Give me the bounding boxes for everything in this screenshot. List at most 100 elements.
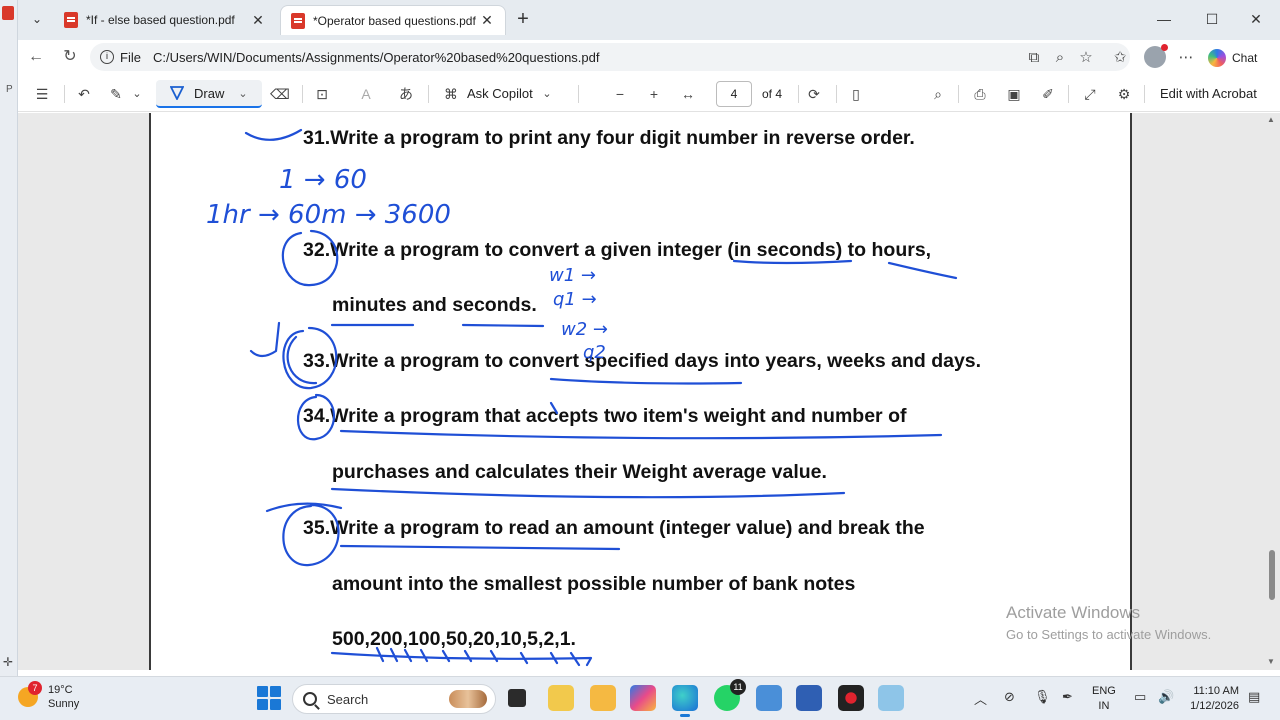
immersive-reader-icon[interactable]: ⧉ bbox=[1024, 48, 1044, 68]
contents-list-icon[interactable]: ☰ bbox=[30, 82, 54, 106]
url-text[interactable]: C:/Users/WIN/Documents/Assignments/Opera… bbox=[153, 50, 600, 65]
pdf-file-icon bbox=[2, 6, 14, 20]
chevron-down-icon[interactable]: ⌄ bbox=[128, 82, 146, 106]
eraser-icon[interactable]: ⌫ bbox=[268, 82, 292, 106]
pdf-icon bbox=[291, 12, 305, 29]
whatsapp-app-icon[interactable]: 11 bbox=[714, 679, 746, 711]
notifications-icon[interactable]: ▤ bbox=[1248, 689, 1260, 705]
store-app-icon[interactable] bbox=[796, 685, 822, 711]
print-icon[interactable]: ⎙ bbox=[968, 82, 992, 106]
network-off-icon[interactable]: ⊘ bbox=[1004, 689, 1015, 705]
toolbar-divider bbox=[836, 85, 837, 103]
page-number-input[interactable]: 4 bbox=[716, 81, 752, 107]
media-app-icon[interactable] bbox=[838, 685, 864, 711]
pdf-toolbar: ☰ ↶ ✎ ⌄ Draw ⌄ ⌫ ⊡ A あ ⌘ Ask Copilot ⌄ −… bbox=[18, 76, 1280, 112]
task-view-icon[interactable] bbox=[508, 689, 526, 707]
address-bar: ← ↻ i File C:/Users/WIN/Documents/Assign… bbox=[18, 40, 1280, 74]
chevron-down-icon[interactable]: ⌄ bbox=[238, 87, 247, 100]
search-icon[interactable]: ⌕ bbox=[926, 82, 950, 106]
move-icon: ✛ bbox=[3, 655, 14, 669]
zoom-icon[interactable]: ⌕ bbox=[1050, 48, 1070, 68]
scheme-label: File bbox=[120, 49, 141, 65]
favorites-list-icon[interactable]: ✩ bbox=[1110, 48, 1130, 68]
weather-widget[interactable]: 7 19°C Sunny bbox=[18, 681, 80, 711]
edge-app-icon[interactable] bbox=[672, 685, 698, 717]
ink-mark-33 bbox=[249, 321, 281, 358]
weather-desc: Sunny bbox=[48, 698, 80, 710]
ink-underline-notes bbox=[330, 651, 593, 667]
tab-operator-pdf[interactable]: *Operator based questions.pdf ✕ bbox=[280, 5, 506, 35]
copilot-icon[interactable]: ⌘ bbox=[440, 82, 462, 106]
language-indicator[interactable]: ENG IN bbox=[1092, 684, 1116, 714]
system-clock[interactable]: 11:10 AM 1/12/2026 bbox=[1183, 684, 1239, 714]
favorite-star-icon[interactable]: ☆ bbox=[1076, 48, 1096, 68]
new-tab-button[interactable]: + bbox=[511, 8, 535, 32]
translate-icon[interactable]: あ bbox=[394, 82, 418, 106]
search-icon bbox=[303, 692, 317, 706]
close-icon[interactable]: ✕ bbox=[250, 12, 266, 29]
copilot-chat-button[interactable]: Chat bbox=[1208, 46, 1257, 70]
zoom-out-icon[interactable]: − bbox=[608, 82, 632, 106]
refresh-icon[interactable]: ↻ bbox=[56, 44, 84, 70]
back-arrow-icon[interactable]: ← bbox=[22, 44, 50, 70]
windows-taskbar: 7 19°C Sunny Search 11 ︿ ⊘ 🎙 ✒ ENG IN ▭ … bbox=[0, 676, 1280, 720]
more-options-icon[interactable]: ⋯ bbox=[1176, 48, 1196, 68]
scrollbar-thumb[interactable] bbox=[1269, 550, 1275, 600]
ink-note-w1: w1 → bbox=[549, 265, 596, 286]
vertical-scrollbar[interactable]: ▲ ▼ bbox=[1266, 113, 1278, 670]
file-explorer-icon[interactable] bbox=[590, 685, 616, 711]
question-32: 32.Write a program to convert a given in… bbox=[303, 239, 932, 261]
question-35-notes: 500,200,100,50,20,10,5,2,1. bbox=[332, 628, 576, 650]
draw-button[interactable]: Draw ⌄ bbox=[156, 80, 262, 108]
edit-with-acrobat-button[interactable]: Edit with Acrobat bbox=[1160, 82, 1257, 106]
toolbar-divider bbox=[1068, 85, 1069, 103]
volume-icon[interactable]: 🔊 bbox=[1158, 689, 1174, 705]
fit-to-width-icon[interactable]: ↔ bbox=[676, 82, 700, 106]
pen-menu-icon[interactable]: ✒ bbox=[1062, 689, 1073, 705]
tab-actions-menu-icon[interactable]: ⌄ bbox=[24, 6, 50, 32]
url-field[interactable]: i File C:/Users/WIN/Documents/Assignment… bbox=[90, 43, 1130, 71]
rotate-icon[interactable]: ⟳ bbox=[802, 82, 826, 106]
text-box-icon[interactable]: ⊡ bbox=[310, 82, 334, 106]
page-total: of 4 bbox=[762, 87, 783, 101]
question-35: 35.Write a program to read an amount (in… bbox=[303, 517, 925, 539]
undo-icon[interactable]: ↶ bbox=[72, 82, 96, 106]
pdf-page[interactable]: 31.Write a program to print any four dig… bbox=[149, 113, 1132, 670]
teams-app-icon[interactable] bbox=[756, 685, 782, 711]
paint-app-icon[interactable] bbox=[878, 685, 904, 711]
ink-underline-32b bbox=[887, 261, 958, 280]
toolbar-divider bbox=[428, 85, 429, 103]
ink-underline-34b bbox=[330, 487, 846, 499]
microphone-icon[interactable]: 🎙 bbox=[1034, 689, 1051, 705]
display-icon[interactable]: ▭ bbox=[1134, 689, 1146, 705]
zoom-in-icon[interactable]: + bbox=[642, 82, 666, 106]
save-icon[interactable]: ▣ bbox=[1002, 82, 1026, 106]
scroll-up-icon[interactable]: ▲ bbox=[1267, 115, 1275, 124]
chevron-down-icon[interactable]: ⌄ bbox=[538, 82, 556, 106]
read-aloud-icon[interactable]: A bbox=[354, 82, 378, 106]
copilot-app-icon[interactable] bbox=[630, 685, 656, 711]
watermark-subtitle: Go to Settings to activate Windows. bbox=[1006, 627, 1212, 642]
close-window-button[interactable]: ✕ bbox=[1236, 6, 1276, 32]
minimize-button[interactable]: — bbox=[1144, 6, 1184, 32]
notepad-app-icon[interactable] bbox=[548, 685, 574, 711]
toolbar-divider bbox=[302, 85, 303, 103]
highlight-icon[interactable]: ✎ bbox=[104, 82, 128, 106]
info-icon[interactable]: i bbox=[100, 50, 114, 64]
ask-copilot-label[interactable]: Ask Copilot bbox=[467, 82, 533, 106]
question-34-continued: purchases and calculates their Weight av… bbox=[332, 461, 827, 483]
toolbar-divider bbox=[64, 85, 65, 103]
start-button[interactable] bbox=[257, 686, 281, 710]
save-as-icon[interactable]: ✐ bbox=[1036, 82, 1060, 106]
tab-if-else-pdf[interactable]: *If - else based question.pdf ✕ bbox=[54, 5, 276, 35]
pdf-viewer: 31.Write a program to print any four dig… bbox=[18, 113, 1280, 670]
page-view-icon[interactable]: ▯ bbox=[844, 82, 868, 106]
scroll-down-icon[interactable]: ▼ bbox=[1267, 657, 1275, 666]
gear-icon[interactable]: ⚙ bbox=[1112, 82, 1136, 106]
fullscreen-icon[interactable]: ⤢ bbox=[1078, 82, 1102, 106]
close-icon[interactable]: ✕ bbox=[479, 12, 495, 29]
maximize-button[interactable]: ☐ bbox=[1192, 6, 1232, 32]
taskbar-search[interactable]: Search bbox=[292, 684, 496, 714]
profile-avatar[interactable] bbox=[1144, 44, 1168, 68]
show-hidden-icons-chevron-up-icon[interactable]: ︿ bbox=[974, 689, 987, 708]
